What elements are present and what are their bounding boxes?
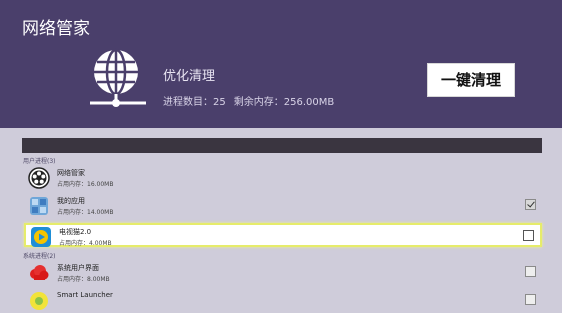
process-count-label: 进程数目： <box>163 97 213 108</box>
list-item[interactable]: Smart Launcher <box>24 289 542 313</box>
section-label-user: 用户进程(3) <box>23 158 56 165</box>
memory-label: 剩余内存： <box>233 97 284 108</box>
app-name: 电视猫2.0 <box>59 228 92 236</box>
list-header-bar <box>22 138 542 153</box>
memory-value: 256.00MB <box>283 97 335 108</box>
globe-network-icon <box>90 48 146 107</box>
cloud-icon <box>30 265 49 280</box>
list-item[interactable]: 我的应用 占用内存：14.00MB <box>24 194 542 218</box>
process-count-value: 25 <box>213 97 226 108</box>
select-checkbox[interactable] <box>525 266 536 277</box>
header-panel: 网络管家 优化清理 进程数目：25 剩余内存：256.00MB 一键清理 <box>0 0 562 128</box>
select-checkbox[interactable] <box>525 294 536 305</box>
select-checkbox[interactable] <box>523 230 534 241</box>
list-item-selected[interactable]: 电视猫2.0 占用内存：4.00MB <box>24 223 542 247</box>
app-name: 我的应用 <box>57 197 85 205</box>
app-name: 网络管家 <box>57 169 85 177</box>
film-reel-icon <box>28 167 50 189</box>
app-memory: 占用内存：8.00MB <box>57 276 110 283</box>
tv-play-icon <box>31 227 51 247</box>
app-name: 系统用户界面 <box>57 264 99 272</box>
select-checkbox[interactable] <box>525 199 536 210</box>
app-memory: 占用内存：4.00MB <box>59 240 112 247</box>
process-stats: 进程数目：25 剩余内存：256.00MB <box>163 93 334 108</box>
app-memory: 占用内存：16.00MB <box>57 181 114 188</box>
list-item[interactable]: 网络管家 占用内存：16.00MB <box>24 166 542 190</box>
section-label-system: 系统进程(2) <box>23 253 56 260</box>
app-title: 网络管家 <box>22 19 90 39</box>
launcher-icon <box>30 292 48 310</box>
one-click-clean-button[interactable]: 一键清理 <box>427 63 515 97</box>
list-item[interactable]: 系统用户界面 占用内存：8.00MB <box>24 261 542 285</box>
app-cubes-icon <box>30 197 48 215</box>
app-name: Smart Launcher <box>57 291 113 299</box>
app-memory: 占用内存：14.00MB <box>57 209 114 216</box>
optimize-title: 优化清理 <box>163 69 216 84</box>
